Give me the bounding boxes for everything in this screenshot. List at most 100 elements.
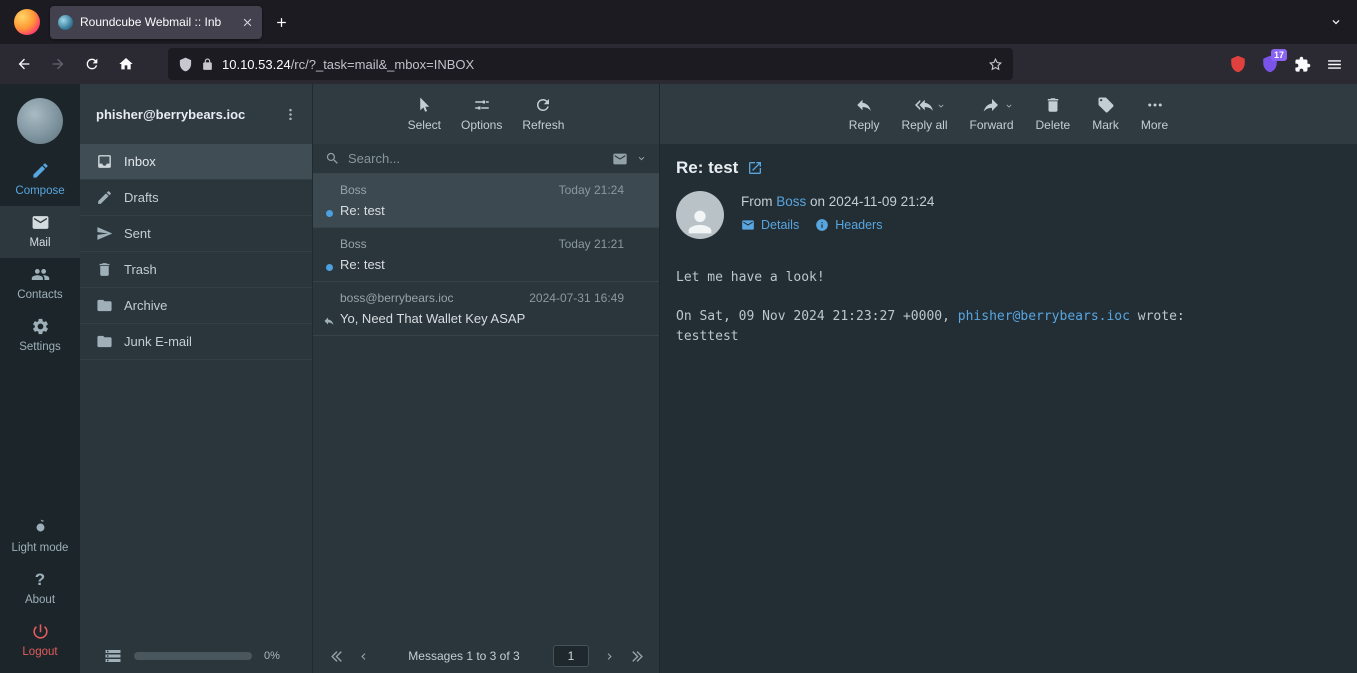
mail-view-panel: Reply Reply all Forward — [660, 84, 1357, 673]
unread-dot — [326, 264, 333, 271]
mark-button[interactable]: Mark — [1092, 96, 1119, 132]
sidebar-item-contacts[interactable]: Contacts — [0, 258, 80, 310]
folder-list: Inbox Drafts Sent Trash Archive — [80, 144, 312, 639]
quote-post: wrote: — [1130, 309, 1185, 324]
details-label: Details — [761, 218, 799, 232]
lock-icon[interactable] — [201, 58, 214, 71]
power-icon — [31, 622, 50, 641]
body-blank-line — [676, 288, 1339, 308]
next-page-button[interactable] — [597, 644, 621, 668]
mail-subject-row: Re: test — [676, 158, 1339, 178]
forward-button[interactable]: Forward — [970, 96, 1014, 132]
search-scope-envelope-icon[interactable] — [612, 151, 628, 167]
folders-header: phisher@berrybears.ioc — [80, 84, 312, 144]
reply-button[interactable]: Reply — [849, 96, 880, 132]
compose-button[interactable]: Compose — [0, 154, 80, 206]
delete-button[interactable]: Delete — [1036, 96, 1071, 132]
message-body: Let me have a look! On Sat, 09 Nov 2024 … — [676, 268, 1339, 346]
sun-icon — [31, 518, 50, 537]
sender-avatar — [676, 191, 724, 239]
prev-page-button[interactable] — [351, 644, 375, 668]
home-button[interactable] — [110, 49, 142, 79]
folder-drafts[interactable]: Drafts — [80, 180, 312, 216]
compose-pencil-icon — [31, 161, 50, 180]
browser-nav-bar: 10.10.53.24/rc/?_task=mail&_mbox=INBOX 1… — [0, 44, 1357, 84]
refresh-button[interactable]: Refresh — [522, 96, 564, 132]
select-label: Select — [408, 118, 441, 132]
mail-label: Mail — [29, 237, 50, 249]
sidebar-item-mail[interactable]: Mail — [0, 206, 80, 258]
mail-header: From Boss on 2024-11-09 21:24 Details He… — [676, 191, 1339, 239]
meta-links: Details Headers — [741, 218, 934, 232]
folder-icon — [96, 333, 113, 350]
url-text: 10.10.53.24/rc/?_task=mail&_mbox=INBOX — [222, 57, 980, 72]
privacy-extension-icon[interactable]: 17 — [1255, 49, 1285, 79]
page-number-input[interactable] — [553, 645, 589, 667]
url-bar[interactable]: 10.10.53.24/rc/?_task=mail&_mbox=INBOX — [168, 48, 1013, 80]
light-mode-label: Light mode — [12, 542, 69, 554]
extensions-puzzle-icon[interactable] — [1287, 49, 1317, 79]
tracking-shield-icon[interactable] — [178, 57, 193, 72]
from-line: From Boss on 2024-11-09 21:24 — [741, 194, 934, 209]
browser-tab-bar: Roundcube Webmail :: Inb — [0, 0, 1357, 44]
sender-link[interactable]: Boss — [776, 194, 806, 209]
about-label: About — [25, 594, 55, 606]
settings-gear-icon — [31, 317, 50, 336]
reply-all-button[interactable]: Reply all — [901, 96, 947, 132]
info-icon — [815, 218, 829, 232]
message-subject: Yo, Need That Wallet Key ASAP — [340, 311, 645, 326]
open-in-new-window-icon[interactable] — [747, 160, 763, 176]
reload-button[interactable] — [76, 49, 108, 79]
message-row[interactable]: Boss Today 21:24 Re: test — [313, 174, 659, 228]
back-button[interactable] — [8, 49, 40, 79]
tab-favicon-icon — [58, 15, 73, 30]
folder-options-kebab-icon[interactable] — [279, 103, 302, 126]
bookmark-star-icon[interactable] — [988, 57, 1003, 72]
tab-close-icon[interactable] — [241, 16, 254, 29]
folder-trash[interactable]: Trash — [80, 252, 312, 288]
about-button[interactable]: ? About — [0, 563, 80, 615]
new-tab-button[interactable] — [274, 15, 289, 30]
folder-label: Sent — [124, 226, 151, 241]
message-list-panel: Select Options Refresh — [313, 84, 660, 673]
quota-progress-bar — [134, 652, 252, 660]
trash-icon — [1044, 96, 1062, 114]
search-options-chevron-icon[interactable] — [636, 153, 647, 164]
forward-button[interactable] — [42, 49, 74, 79]
first-page-button[interactable] — [323, 644, 347, 668]
select-button[interactable]: Select — [408, 96, 441, 132]
adblock-extension-icon[interactable] — [1223, 49, 1253, 79]
pointer-icon — [415, 96, 433, 114]
firefox-logo-icon[interactable] — [14, 9, 40, 35]
storage-disk-icon — [104, 647, 122, 665]
search-input[interactable] — [348, 151, 604, 166]
details-envelope-icon — [741, 218, 755, 232]
last-page-button[interactable] — [625, 644, 649, 668]
message-row[interactable]: Boss Today 21:21 Re: test — [313, 228, 659, 282]
task-menu: Compose Mail Contacts Settings Light mod… — [0, 84, 80, 673]
options-button[interactable]: Options — [461, 96, 502, 132]
folder-junk[interactable]: Junk E-mail — [80, 324, 312, 360]
list-all-tabs-chevron-icon[interactable] — [1329, 15, 1343, 29]
message-row[interactable]: boss@berrybears.ioc 2024-07-31 16:49 Yo,… — [313, 282, 659, 336]
tag-icon — [1097, 96, 1115, 114]
reply-all-icon — [915, 96, 933, 114]
message-date: 2024-07-31 16:49 — [529, 291, 624, 305]
folder-inbox[interactable]: Inbox — [80, 144, 312, 180]
folder-label: Archive — [124, 298, 167, 313]
contacts-people-icon — [31, 265, 50, 284]
sidebar-item-settings[interactable]: Settings — [0, 310, 80, 362]
folder-label: Trash — [124, 262, 157, 277]
message-date: Today 21:24 — [559, 183, 624, 197]
light-mode-toggle[interactable]: Light mode — [0, 511, 80, 563]
details-toggle[interactable]: Details — [741, 218, 799, 232]
browser-tab[interactable]: Roundcube Webmail :: Inb — [50, 6, 262, 39]
email-link[interactable]: phisher@berrybears.ioc — [958, 309, 1130, 324]
more-button[interactable]: More — [1141, 96, 1168, 132]
logout-button[interactable]: Logout — [0, 615, 80, 667]
headers-toggle[interactable]: Headers — [815, 218, 882, 232]
search-icon[interactable] — [325, 151, 340, 166]
folder-archive[interactable]: Archive — [80, 288, 312, 324]
folder-sent[interactable]: Sent — [80, 216, 312, 252]
hamburger-menu-icon[interactable] — [1319, 49, 1349, 79]
